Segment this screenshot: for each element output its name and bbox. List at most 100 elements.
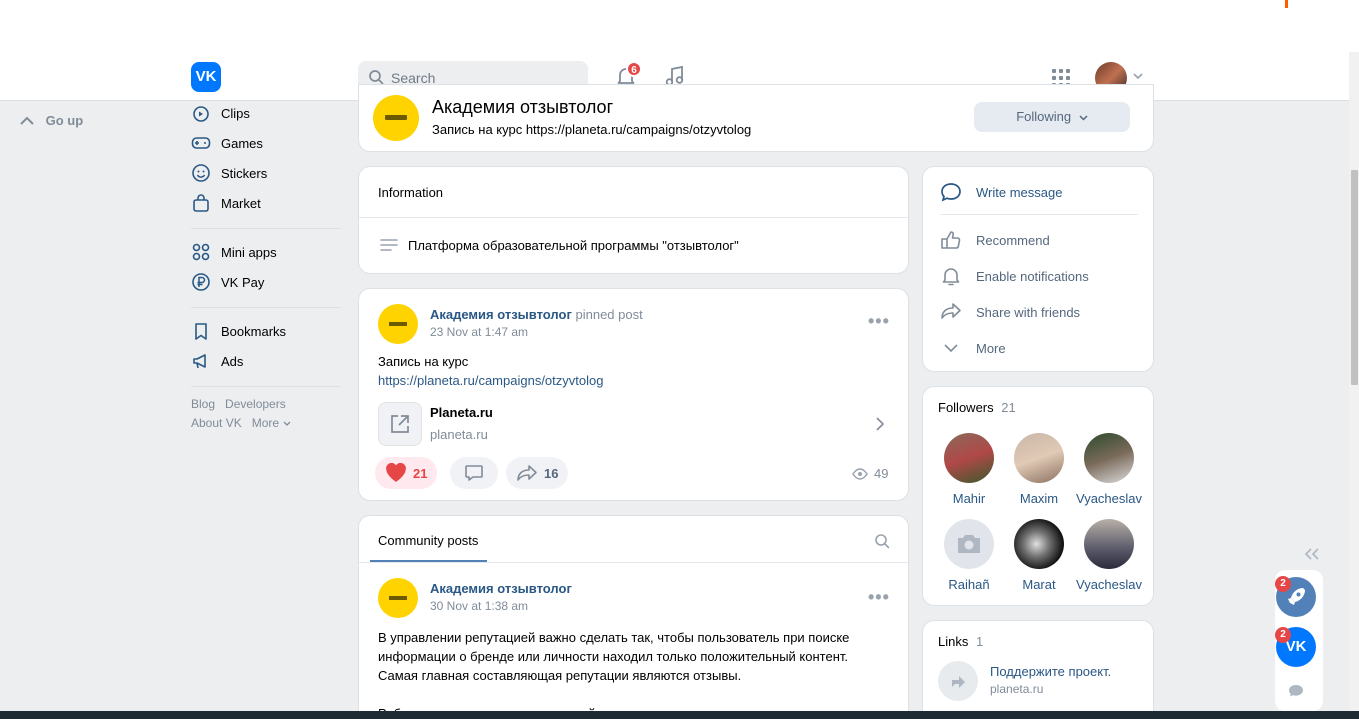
links-title: Links <box>938 634 969 649</box>
menu-item-games[interactable]: Games <box>191 128 341 158</box>
collapse-double-chevron-icon[interactable] <box>1304 548 1320 560</box>
post-text: В управлении репутацией важно сделать та… <box>378 628 849 719</box>
follower-avatar <box>1014 519 1064 569</box>
enable-notifications-button[interactable]: Enable notifications <box>940 266 1089 286</box>
pinned-tag: pinned post <box>575 307 643 322</box>
action-label: Enable notifications <box>976 268 1089 284</box>
follower-avatar <box>1014 433 1064 483</box>
megaphone-icon <box>193 354 206 369</box>
following-button[interactable]: Following <box>974 102 1130 132</box>
links-count: 1 <box>975 634 984 649</box>
follower-item[interactable]: Marat <box>1004 519 1074 592</box>
post-menu-icon[interactable]: ••• <box>868 587 890 608</box>
menu-divider <box>191 307 341 308</box>
menu-divider <box>191 386 341 387</box>
share-with-friends-button[interactable]: Share with friends <box>940 302 1080 322</box>
follower-name: Raihañ <box>948 577 990 592</box>
footer-link-developers[interactable]: Developers <box>225 397 286 411</box>
chevron-down-icon <box>1079 115 1088 121</box>
community-header-card: Академия отзывтолог Запись на курс https… <box>358 84 1154 152</box>
post-text-line: информации о бренде или личности находил… <box>378 649 849 664</box>
follower-item[interactable]: Raihañ <box>934 519 1004 592</box>
follower-item[interactable]: Vyacheslav <box>1074 519 1144 592</box>
links-card: Links 1 Поддержите проект. planeta.ru <box>922 620 1154 719</box>
more-actions-button[interactable]: More <box>940 338 1006 358</box>
attachment-icon-box <box>378 402 422 446</box>
go-up-button[interactable]: Go up <box>20 113 83 128</box>
share-count: 16 <box>544 465 559 481</box>
bell-icon <box>942 268 960 286</box>
clips-icon <box>193 106 209 122</box>
vk-logo[interactable]: VK <box>191 62 221 92</box>
follower-name: Marat <box>1022 577 1056 592</box>
post-author-avatar[interactable] <box>378 304 418 344</box>
os-taskbar <box>0 711 1359 719</box>
community-avatar[interactable] <box>373 95 419 141</box>
chat-bubble-icon[interactable] <box>1288 684 1304 698</box>
comment-icon <box>465 465 483 481</box>
ruble-icon <box>192 273 210 291</box>
menu-item-label: Ads <box>221 353 244 369</box>
post-author-name[interactable]: Академия отзывтолог <box>430 307 572 322</box>
menu-item-market[interactable]: Market <box>191 188 341 218</box>
menu-item-bookmarks[interactable]: Bookmarks <box>191 316 341 346</box>
menu-item-label: Games <box>221 135 263 151</box>
followers-header[interactable]: Followers 21 <box>938 400 1016 415</box>
tab-label: Community posts <box>378 533 479 548</box>
smile-icon <box>192 164 210 182</box>
follower-name: Vyacheslav <box>1076 577 1142 592</box>
scrollbar-thumb[interactable] <box>1351 170 1358 385</box>
link-item[interactable]: Поддержите проект. planeta.ru <box>938 661 1138 701</box>
link-attachment[interactable]: Planeta.ru planeta.ru <box>378 401 890 447</box>
post-author-avatar[interactable] <box>378 578 418 618</box>
menu-item-ads[interactable]: Ads <box>191 346 341 376</box>
footer-link-more[interactable]: More <box>252 416 291 430</box>
chevron-down-icon[interactable] <box>1132 72 1144 80</box>
search-icon[interactable] <box>874 533 890 549</box>
notifications-badge: 6 <box>626 61 642 77</box>
action-label: More <box>976 340 1006 356</box>
information-card: Information Платформа образовательной пр… <box>358 166 909 274</box>
tab-community-posts[interactable]: Community posts <box>378 533 478 548</box>
menu-item-vk-pay[interactable]: VK Pay <box>191 267 341 297</box>
chat-badge: 2 <box>1275 627 1291 643</box>
like-button[interactable]: 21 <box>375 457 438 489</box>
menu-item-clips[interactable]: Clips <box>191 98 341 128</box>
footer-link-blog[interactable]: Blog <box>191 397 215 411</box>
share-button[interactable]: 16 <box>506 457 569 489</box>
menu-item-mini-apps[interactable]: Mini apps <box>191 237 341 267</box>
links-header[interactable]: Links 1 <box>938 634 983 649</box>
link-item-title: Поддержите проект. <box>990 664 1112 679</box>
footer-link-about[interactable]: About VK <box>191 416 242 430</box>
views-count: 49 <box>874 466 889 481</box>
information-description: Платформа образовательной программы "отз… <box>408 238 739 253</box>
follower-item[interactable]: Mahir <box>934 433 1004 506</box>
action-label: Share with friends <box>976 304 1081 320</box>
recommend-button[interactable]: Recommend <box>940 230 1050 250</box>
follower-item[interactable]: Maxim <box>1004 433 1074 506</box>
comment-button[interactable] <box>450 457 498 489</box>
chevron-down-icon <box>283 421 291 426</box>
follower-item[interactable]: Vyacheslav <box>1074 433 1144 506</box>
write-message-button[interactable]: Write message <box>940 182 1062 202</box>
browser-top-area <box>0 0 1359 52</box>
follower-name: Mahir <box>952 491 986 506</box>
go-up-strip[interactable]: Go up <box>0 101 113 719</box>
post-date[interactable]: 23 Nov at 1:47 am <box>430 325 528 339</box>
message-icon <box>941 183 961 202</box>
views-counter: 49 <box>852 466 888 481</box>
menu-item-stickers[interactable]: Stickers <box>191 158 341 188</box>
share-icon <box>941 303 961 319</box>
information-title: Information <box>378 185 444 200</box>
post-url[interactable]: https://planeta.ru/campaigns/otzyvtolog <box>378 373 603 388</box>
footer-links: Blog Developers About VK More <box>191 395 341 433</box>
post-author-name[interactable]: Академия отзывтолог <box>430 581 572 596</box>
menu-item-label: Bookmarks <box>221 323 287 339</box>
post-menu-icon[interactable]: ••• <box>868 311 890 332</box>
pinned-post-card: Академия отзывтолог pinned post 23 Nov a… <box>358 288 909 501</box>
chevron-down-icon <box>944 344 958 353</box>
post-author-line: Академия отзывтолог pinned post <box>430 307 643 322</box>
actions-card: Write message Recommend Enable notificat… <box>922 166 1154 372</box>
post-date[interactable]: 30 Nov at 1:38 am <box>430 599 528 613</box>
heart-icon <box>386 463 406 482</box>
